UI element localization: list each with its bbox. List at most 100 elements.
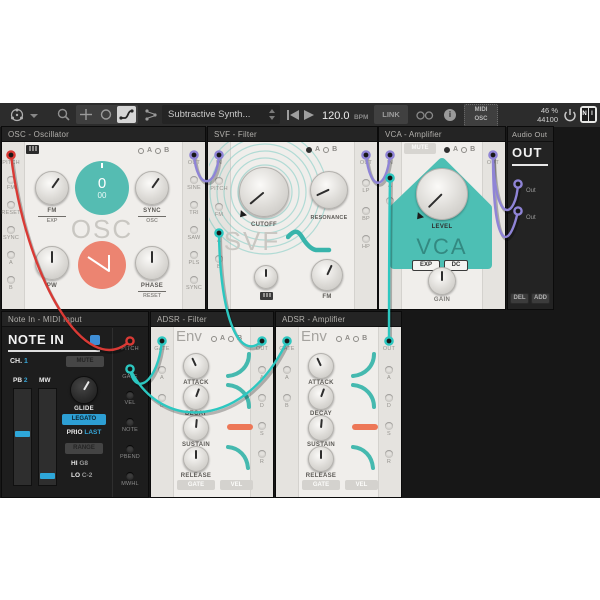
radio-a-icon[interactable]: [211, 335, 217, 342]
adsr-filter-vel-button[interactable]: VEL: [220, 480, 253, 490]
vca-port-a[interactable]: A: [376, 174, 404, 189]
adsr-amp-gate-button[interactable]: GATE: [302, 480, 340, 490]
modwheel-slider[interactable]: [38, 388, 57, 486]
adsr-filter-port-a-in[interactable]: A: [148, 366, 176, 381]
adsr-amp-port-b-in[interactable]: B: [273, 394, 301, 409]
radio-a-icon[interactable]: [336, 335, 342, 342]
osc-port-reset[interactable]: RESET: [0, 201, 25, 216]
adsr-filter-sustain-knob[interactable]: [183, 415, 209, 441]
note-in-mute-button[interactable]: MUTE: [66, 356, 104, 367]
adsr-amp-port-a-in[interactable]: A: [273, 366, 301, 381]
rewind-icon[interactable]: [287, 110, 299, 120]
radio-a-icon[interactable]: [444, 146, 450, 153]
osc-port-out[interactable]: OUT: [180, 151, 208, 166]
adsr-filter-gate-button[interactable]: GATE: [177, 480, 215, 490]
adsr-filter-release-knob[interactable]: [183, 446, 209, 472]
stepper-down-icon[interactable]: [269, 116, 275, 120]
note-in-port-vel[interactable]: VEL: [116, 391, 144, 406]
modwheel-slider-handle[interactable]: [40, 473, 55, 479]
glide-knob[interactable]: [70, 376, 98, 404]
svf-cutoff-knob[interactable]: [239, 167, 289, 217]
osc-port-tri[interactable]: TRI: [180, 201, 208, 216]
svf-port-in[interactable]: IN: [205, 151, 233, 166]
vca-ab-selector[interactable]: A B: [444, 146, 475, 153]
osc-ab-selector[interactable]: A B: [138, 147, 169, 154]
note-in-port-note[interactable]: NOTE: [116, 418, 144, 433]
module-audio-out-header[interactable]: Audio Out: [508, 127, 553, 142]
osc-pw-knob[interactable]: [35, 246, 69, 280]
adsr-amp-port-d-out[interactable]: D: [375, 394, 403, 409]
adsr-filter-port-r-out[interactable]: R: [248, 450, 276, 465]
osc-port-pitch[interactable]: PITCH: [0, 151, 25, 166]
osc-port-a[interactable]: A: [0, 251, 25, 266]
adsr-amp-release-knob[interactable]: [308, 446, 334, 472]
radio-b-icon[interactable]: [228, 335, 235, 342]
vca-port-b[interactable]: B: [376, 197, 404, 212]
pitchbend-slider[interactable]: [13, 388, 32, 486]
pitchbend-slider-handle[interactable]: [15, 431, 30, 437]
adsr-amp-ab-selector[interactable]: A B: [336, 335, 367, 342]
adsr-filter-port-out[interactable]: OUT: [248, 337, 276, 352]
link-button[interactable]: LINK: [374, 105, 408, 124]
osc-fm-knob[interactable]: [35, 171, 69, 205]
crosshair-tool-icon[interactable]: [79, 108, 93, 121]
audio-out-add-button[interactable]: ADD: [531, 293, 550, 304]
adsr-amp-port-out[interactable]: OUT: [375, 337, 403, 352]
vca-level-knob[interactable]: [416, 168, 468, 220]
channel-display[interactable]: CH. 1: [10, 358, 28, 365]
info-icon[interactable]: i: [444, 109, 456, 121]
adsr-filter-attack-knob[interactable]: [183, 353, 209, 379]
radio-a-icon[interactable]: [138, 147, 144, 154]
note-in-port-mwhl[interactable]: MWHL: [116, 472, 144, 487]
radio-a-icon[interactable]: [306, 146, 312, 153]
adsr-amp-port-gate[interactable]: GATE: [273, 337, 301, 352]
circle-tool-icon[interactable]: [99, 108, 113, 121]
chevron-down-icon[interactable]: [30, 114, 38, 118]
range-hi[interactable]: HI G8: [71, 460, 88, 467]
adsr-filter-port-a-out[interactable]: A: [248, 366, 276, 381]
adsr-filter-ab-selector[interactable]: A B: [211, 335, 242, 342]
stepper-up-icon[interactable]: [269, 109, 275, 113]
vca-gain-knob[interactable]: [428, 267, 456, 295]
module-adsr-amp-header[interactable]: ADSR - Amplifier: [276, 312, 401, 327]
radio-b-icon[interactable]: [155, 147, 162, 154]
svf-keytrack-knob[interactable]: [254, 265, 278, 289]
module-svf-header[interactable]: SVF - Filter: [208, 127, 377, 142]
midi-osc-badge[interactable]: MIDI OSC: [464, 104, 498, 127]
adsr-filter-port-gate[interactable]: GATE: [148, 337, 176, 352]
adsr-amp-sustain-knob[interactable]: [308, 415, 334, 441]
osc-port-pls[interactable]: PLS: [180, 251, 208, 266]
adsr-amp-port-a-out[interactable]: A: [375, 366, 403, 381]
module-adsr-filter-header[interactable]: ADSR - Filter: [151, 312, 273, 327]
svf-port-b[interactable]: B: [205, 255, 233, 270]
osc-port-sine[interactable]: SINE: [180, 176, 208, 191]
svf-port-fm[interactable]: FM: [205, 203, 233, 218]
osc-sync-sub-label[interactable]: OSC: [134, 218, 170, 223]
adsr-filter-decay-knob[interactable]: [183, 384, 209, 410]
vca-port-out[interactable]: OUT: [479, 151, 507, 166]
adsr-filter-port-d-out[interactable]: D: [248, 394, 276, 409]
reaktor-logo-icon[interactable]: [8, 107, 26, 123]
osc-fm-sub-label[interactable]: EXP: [34, 218, 70, 223]
svf-resonance-knob[interactable]: [310, 171, 348, 209]
audio-out-port-r[interactable]: [504, 207, 532, 215]
osc-port-fm[interactable]: FM: [0, 176, 25, 191]
play-icon[interactable]: [304, 110, 314, 120]
adsr-amp-attack-knob[interactable]: [308, 353, 334, 379]
osc-phase-sub-label[interactable]: RESET: [134, 293, 170, 298]
osc-port-b[interactable]: B: [0, 276, 25, 291]
audio-out-del-button[interactable]: DEL: [510, 293, 529, 304]
svf-port-hp[interactable]: HP: [352, 235, 380, 250]
note-in-port-pitch[interactable]: PITCH: [116, 337, 144, 352]
svf-fm-knob[interactable]: [311, 259, 343, 291]
search-icon[interactable]: [56, 107, 72, 123]
note-in-port-pbend[interactable]: PBEND: [116, 445, 144, 460]
osc-port-syncout[interactable]: SYNC: [180, 276, 208, 291]
audio-out-port-l[interactable]: [504, 180, 532, 188]
range-button[interactable]: RANGE: [65, 443, 103, 454]
adsr-amp-vel-button[interactable]: VEL: [345, 480, 378, 490]
osc-sync-knob[interactable]: [135, 171, 169, 205]
adsr-filter-port-b-in[interactable]: B: [148, 394, 176, 409]
svf-port-a[interactable]: A: [205, 229, 233, 244]
adsr-amp-port-s-out[interactable]: S: [375, 422, 403, 437]
